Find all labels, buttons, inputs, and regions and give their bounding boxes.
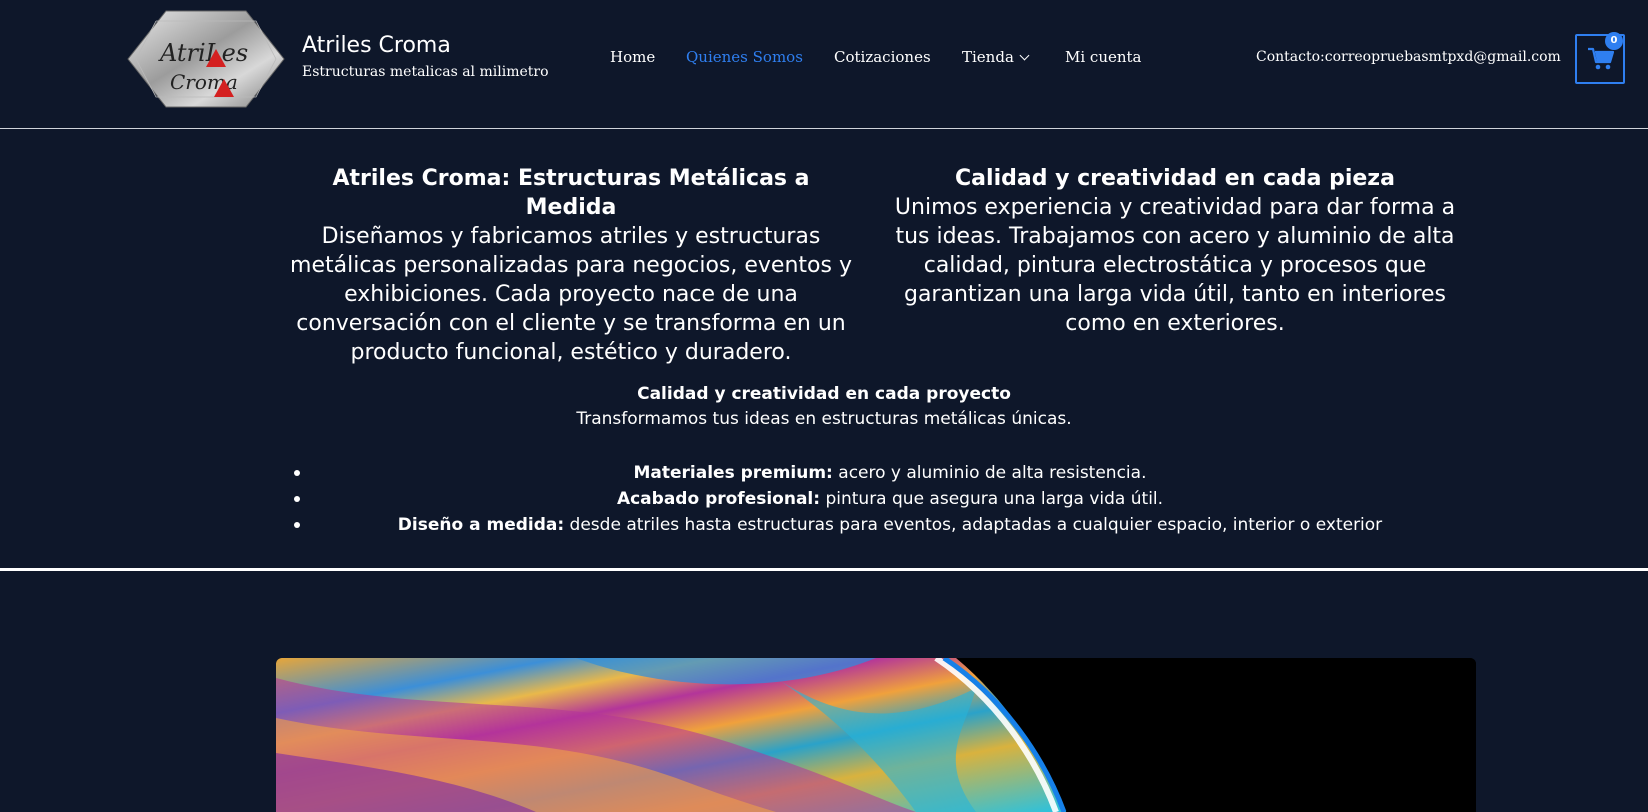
- intro-right-body: Unimos experiencia y creatividad para da…: [894, 195, 1456, 336]
- site-header: AtriLes Croma Atriles Croma Estructuras …: [0, 0, 1648, 129]
- section-divider: [0, 568, 1648, 571]
- nav-tienda[interactable]: Tienda: [962, 48, 1030, 66]
- feature-text: desde atriles hasta estructuras para eve…: [564, 515, 1383, 535]
- site-tagline: Estructuras metalicas al milimetro: [302, 64, 549, 80]
- logo-text-top: AtriLes: [158, 39, 248, 67]
- quality-subtitle: Transformamos tus ideas en estructuras m…: [576, 409, 1072, 429]
- nav-tienda-label: Tienda: [962, 48, 1014, 66]
- list-item: Materiales premium: acero y aluminio de …: [294, 460, 1480, 486]
- bullet-icon: [294, 470, 300, 476]
- feature-text: acero y aluminio de alta resistencia.: [832, 463, 1147, 483]
- contact-email[interactable]: Contacto:correopruebasmtpxd@gmail.com: [1256, 49, 1561, 65]
- intro-left-body: Diseñamos y fabricamos atriles y estruct…: [290, 224, 852, 365]
- cart-count-badge: 0: [1605, 32, 1623, 50]
- intro-right-title: Calidad y creatividad en cada pieza: [955, 166, 1395, 191]
- soap-bubble-image: [276, 658, 1476, 812]
- nav-home[interactable]: Home: [610, 48, 655, 66]
- intro-left-title: Atriles Croma: Estructuras Metálicas a M…: [332, 166, 810, 220]
- feature-text: pintura que asegura una larga vida útil.: [820, 489, 1164, 509]
- nav-cotizaciones[interactable]: Cotizaciones: [834, 48, 931, 66]
- list-item: Diseño a medida: desde atriles hasta est…: [294, 512, 1480, 538]
- feature-label: Materiales premium:: [633, 463, 833, 483]
- chevron-down-icon: [1019, 50, 1030, 61]
- intro-right: Calidad y creatividad en cada pieza Unim…: [890, 164, 1460, 338]
- bullet-icon: [294, 522, 300, 528]
- site-logo[interactable]: AtriLes Croma: [126, 9, 286, 109]
- list-item: Acabado profesional: pintura que asegura…: [294, 486, 1480, 512]
- nav-mi-cuenta[interactable]: Mi cuenta: [1065, 48, 1142, 66]
- nav-quienes-somos[interactable]: Quienes Somos: [686, 48, 803, 66]
- hero-image: [276, 658, 1476, 812]
- bullet-icon: [294, 496, 300, 502]
- feature-label: Acabado profesional:: [616, 489, 821, 509]
- feature-list: Materiales premium: acero y aluminio de …: [294, 460, 1480, 538]
- site-title[interactable]: Atriles Croma: [302, 33, 451, 58]
- quality-title: Calidad y creatividad en cada proyecto: [637, 384, 1011, 404]
- shopping-cart-icon: [1588, 47, 1614, 70]
- feature-label: Diseño a medida:: [397, 515, 565, 535]
- intro-left: Atriles Croma: Estructuras Metálicas a M…: [286, 164, 856, 367]
